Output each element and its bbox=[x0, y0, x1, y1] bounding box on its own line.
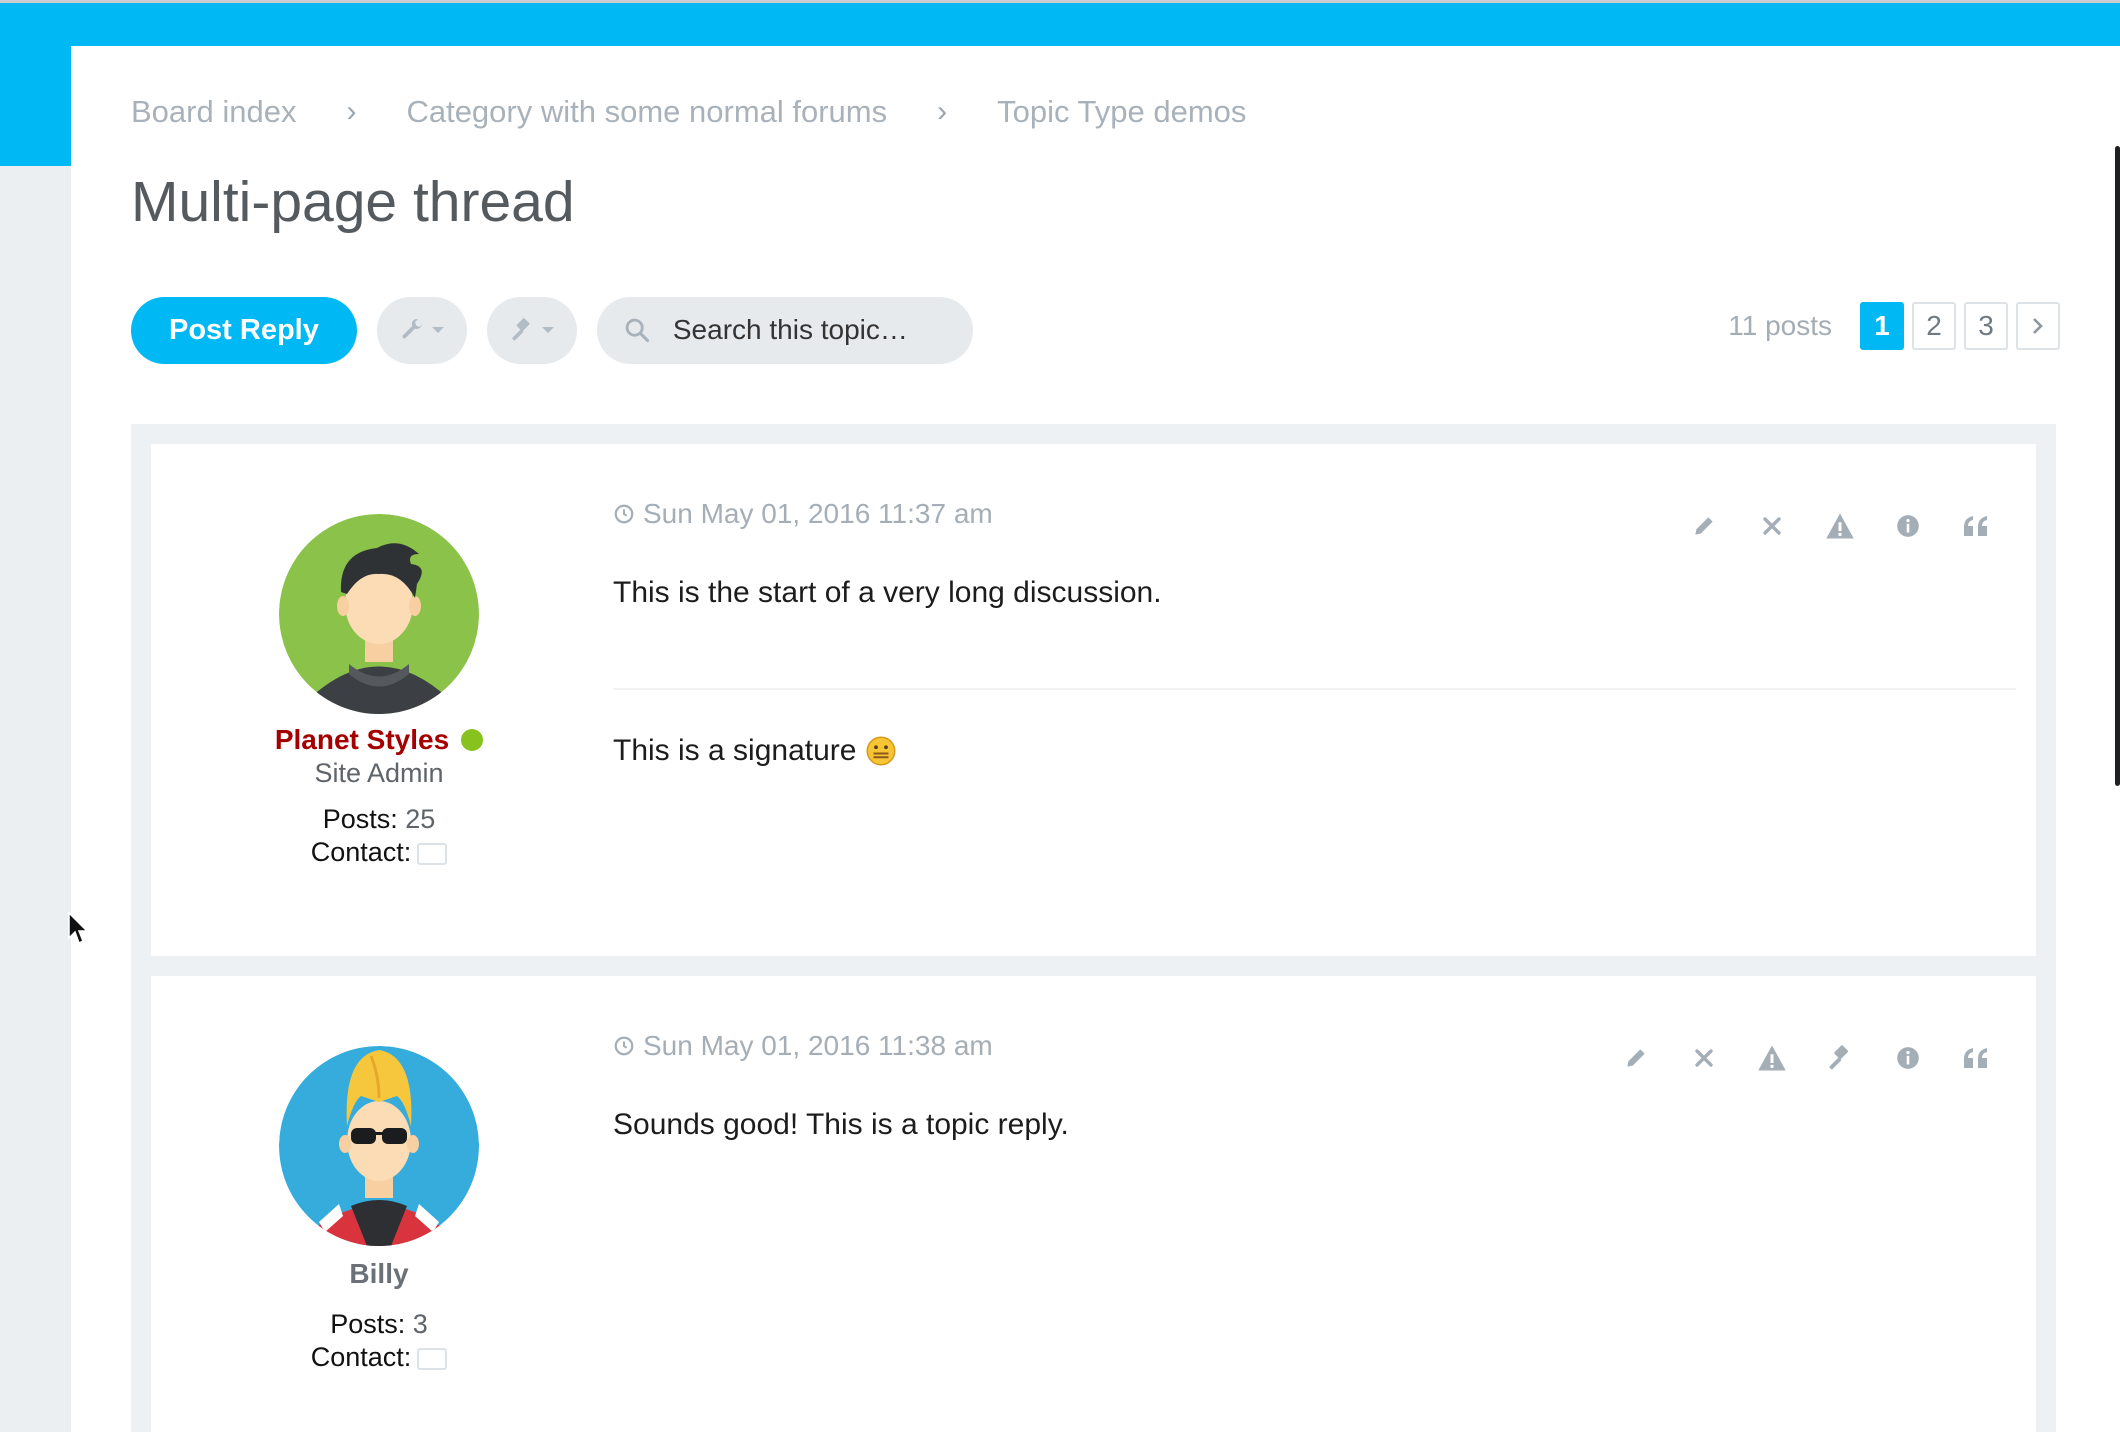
breadcrumb-forum[interactable]: Topic Type demos bbox=[997, 94, 1246, 130]
clock-icon bbox=[614, 1036, 634, 1056]
post: Planet Styles Site Admin Posts: 25 Conta… bbox=[151, 444, 2036, 956]
breadcrumb-separator: › bbox=[346, 95, 357, 128]
report-icon bbox=[1826, 513, 1854, 539]
page-2-button[interactable]: 2 bbox=[1912, 302, 1956, 350]
quote-icon bbox=[1964, 1048, 1987, 1068]
wrench-icon bbox=[402, 319, 422, 339]
online-indicator bbox=[461, 729, 484, 751]
post-actions bbox=[1684, 506, 1996, 546]
post-signature: This is a signature bbox=[613, 734, 896, 768]
breadcrumb: Board index › Category with some normal … bbox=[131, 94, 1246, 130]
post-count: 11 posts bbox=[1728, 310, 1832, 341]
moderator-tools-button[interactable] bbox=[486, 296, 577, 364]
post-date-text: Sun May 01, 2016 11:37 am bbox=[643, 498, 993, 529]
pagination: 11 posts 1 2 3 bbox=[1728, 302, 2060, 350]
post-stats: Posts: 3 Contact: bbox=[179, 1308, 579, 1374]
mouse-cursor-icon bbox=[68, 912, 89, 945]
avatar[interactable] bbox=[279, 1046, 479, 1246]
search-topic-input[interactable]: Search this topic… bbox=[596, 296, 973, 364]
info-icon bbox=[1897, 515, 1919, 537]
avatar[interactable] bbox=[279, 514, 479, 714]
info-button[interactable] bbox=[1888, 1038, 1928, 1078]
post-profile: Planet Styles Site Admin Posts: 25 Conta… bbox=[179, 724, 579, 869]
smiley-emoji-icon bbox=[866, 736, 896, 766]
post-list: Planet Styles Site Admin Posts: 25 Conta… bbox=[131, 424, 2056, 1432]
delete-button[interactable] bbox=[1684, 1038, 1724, 1078]
info-button[interactable] bbox=[1888, 506, 1928, 546]
scrollbar[interactable] bbox=[2115, 146, 2120, 786]
edit-icon bbox=[1627, 1049, 1645, 1067]
post: Billy Posts: 3 Contact: Sun May 01, 2016… bbox=[151, 976, 2036, 1432]
posts-count: 25 bbox=[405, 804, 436, 834]
page-3-button[interactable]: 3 bbox=[1964, 302, 2008, 350]
chevron-down-icon bbox=[431, 327, 444, 333]
chevron-right-icon bbox=[2033, 318, 2043, 334]
info-icon bbox=[1897, 1047, 1919, 1069]
moderate-icon bbox=[1829, 1045, 1849, 1070]
quote-button[interactable] bbox=[1956, 506, 1996, 546]
post-content: This is the start of a very long discuss… bbox=[613, 576, 1162, 609]
posts-label: Posts: bbox=[330, 1309, 406, 1339]
post-content: Sounds good! This is a topic reply. bbox=[613, 1108, 1069, 1141]
username[interactable]: Billy bbox=[349, 1258, 408, 1289]
signature-divider bbox=[613, 688, 2016, 690]
post-profile: Billy Posts: 3 Contact: bbox=[179, 1258, 579, 1374]
moderate-button[interactable] bbox=[1820, 1038, 1860, 1078]
edit-button[interactable] bbox=[1616, 1038, 1656, 1078]
contact-label: Contact: bbox=[310, 837, 412, 867]
topic-tools-button[interactable] bbox=[376, 296, 467, 364]
next-page-button[interactable] bbox=[2016, 302, 2060, 350]
post-actions bbox=[1616, 1038, 1996, 1078]
report-icon bbox=[1758, 1045, 1786, 1071]
post-reply-button[interactable]: Post Reply bbox=[131, 296, 357, 364]
breadcrumb-category[interactable]: Category with some normal forums bbox=[406, 94, 887, 130]
username[interactable]: Planet Styles bbox=[275, 724, 449, 755]
quote-icon bbox=[1964, 516, 1987, 536]
action-bar: Post Reply Search this topic… bbox=[131, 296, 973, 364]
search-placeholder: Search this topic… bbox=[672, 314, 908, 345]
report-button[interactable] bbox=[1820, 506, 1860, 546]
post-stats: Posts: 25 Contact: bbox=[179, 803, 579, 869]
page-content: Board index › Category with some normal … bbox=[71, 46, 2120, 1432]
post-date[interactable]: Sun May 01, 2016 11:37 am bbox=[613, 498, 993, 530]
delete-icon bbox=[1695, 1049, 1713, 1067]
top-bar bbox=[0, 0, 2120, 46]
search-icon bbox=[625, 318, 649, 343]
gavel-icon bbox=[512, 318, 530, 341]
edit-button[interactable] bbox=[1684, 506, 1724, 546]
chevron-down-icon bbox=[541, 327, 554, 333]
quote-button[interactable] bbox=[1956, 1038, 1996, 1078]
report-button[interactable] bbox=[1752, 1038, 1792, 1078]
clock-icon bbox=[614, 504, 634, 524]
delete-button[interactable] bbox=[1752, 506, 1792, 546]
post-date[interactable]: Sun May 01, 2016 11:38 am bbox=[613, 1030, 993, 1062]
left-accent-strip bbox=[0, 46, 71, 166]
delete-icon bbox=[1763, 517, 1781, 535]
posts-count: 3 bbox=[412, 1309, 428, 1339]
posts-label: Posts: bbox=[322, 804, 398, 834]
page-1-button[interactable]: 1 bbox=[1860, 302, 1904, 350]
contact-icon[interactable] bbox=[417, 1348, 448, 1370]
user-rank: Site Admin bbox=[314, 758, 444, 788]
contact-label: Contact: bbox=[310, 1342, 412, 1372]
post-date-text: Sun May 01, 2016 11:38 am bbox=[643, 1030, 993, 1061]
page-title: Multi-page thread bbox=[131, 170, 575, 234]
signature-text: This is a signature bbox=[613, 734, 857, 767]
breadcrumb-separator: › bbox=[937, 95, 948, 128]
contact-icon[interactable] bbox=[417, 843, 448, 865]
edit-icon bbox=[1695, 517, 1713, 535]
breadcrumb-board-index[interactable]: Board index bbox=[131, 94, 296, 130]
